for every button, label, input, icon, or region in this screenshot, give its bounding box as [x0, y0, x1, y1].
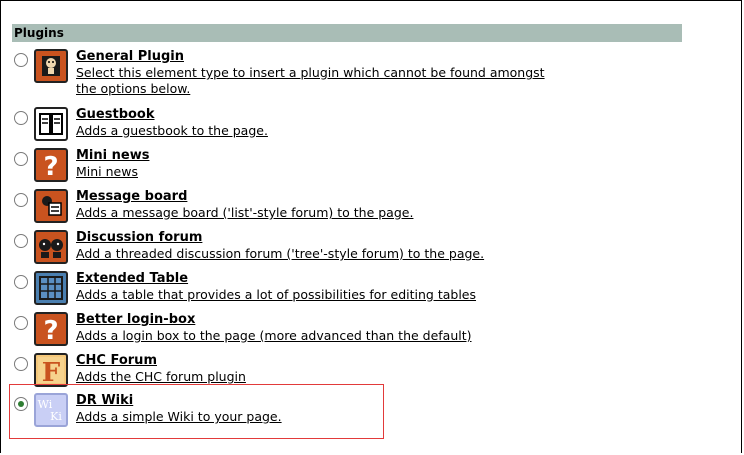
plugin-description[interactable]: Adds the CHC forum plugin — [76, 369, 246, 385]
radio-chc-forum[interactable] — [14, 357, 28, 371]
plugin-face-icon — [34, 49, 68, 83]
radio-dr-wiki[interactable] — [14, 397, 28, 411]
svg-text:F: F — [42, 358, 61, 385]
plugin-title[interactable]: Better login-box — [76, 312, 472, 328]
plugin-description[interactable]: Mini news — [76, 164, 149, 180]
wiki-icon: Wi Ki — [34, 393, 68, 427]
plugin-description[interactable]: Adds a message board ('list'-style forum… — [76, 205, 413, 221]
plugin-option-general-plugin[interactable]: General Plugin Select this element type … — [12, 48, 692, 96]
plugin-title[interactable]: Guestbook — [76, 107, 268, 123]
plugin-description[interactable]: Add a threaded discussion forum ('tree'-… — [76, 246, 484, 262]
radio-extended-table[interactable] — [14, 275, 28, 289]
plugin-title[interactable]: General Plugin — [76, 49, 545, 65]
radio-better-login-box[interactable] — [14, 316, 28, 330]
plugin-title[interactable]: Mini news — [76, 148, 149, 164]
plugin-title[interactable]: DR Wiki — [76, 393, 282, 409]
radio-mini-news[interactable] — [14, 152, 28, 166]
plugin-title[interactable]: Discussion forum — [76, 230, 484, 246]
plugin-description[interactable]: Select this element type to insert a plu… — [76, 65, 545, 81]
radio-general-plugin[interactable] — [14, 53, 28, 67]
discussion-forum-icon — [34, 230, 68, 264]
plugin-description[interactable]: Adds a login box to the page (more advan… — [76, 328, 472, 344]
plugin-title[interactable]: CHC Forum — [76, 353, 246, 369]
plugin-option-dr-wiki[interactable]: Wi Ki DR Wiki Adds a simple Wiki to your… — [12, 392, 692, 432]
radio-discussion-forum[interactable] — [14, 234, 28, 248]
plugin-description[interactable]: Adds a table that provides a lot of poss… — [76, 287, 476, 303]
chc-forum-icon: F — [34, 353, 68, 387]
radio-guestbook[interactable] — [14, 111, 28, 125]
section-header: Plugins — [12, 24, 682, 42]
plugin-option-discussion-forum[interactable]: Discussion forum Add a threaded discussi… — [12, 229, 692, 269]
guestbook-icon — [34, 107, 68, 141]
table-icon — [34, 271, 68, 305]
plugin-option-mini-news[interactable]: ? Mini news Mini news — [12, 147, 692, 187]
svg-text:?: ? — [43, 316, 58, 344]
plugin-option-chc-forum[interactable]: F CHC Forum Adds the CHC forum plugin — [12, 352, 692, 392]
question-mark-icon: ? — [34, 148, 68, 182]
message-board-icon — [34, 189, 68, 223]
plugin-description[interactable]: Adds a simple Wiki to your page. — [76, 409, 282, 425]
question-mark-icon: ? — [34, 312, 68, 346]
svg-text:?: ? — [43, 152, 58, 180]
svg-text:Ki: Ki — [50, 410, 62, 423]
plugin-title[interactable]: Extended Table — [76, 271, 476, 287]
plugin-option-message-board[interactable]: Message board Adds a message board ('lis… — [12, 188, 692, 228]
plugin-description-cont[interactable]: the options below. — [76, 81, 545, 97]
plugin-description[interactable]: Adds a guestbook to the page. — [76, 123, 268, 139]
plugin-option-extended-table[interactable]: Extended Table Adds a table that provide… — [12, 270, 692, 310]
plugin-title[interactable]: Message board — [76, 189, 413, 205]
radio-message-board[interactable] — [14, 193, 28, 207]
plugin-option-better-login-box[interactable]: ? Better login-box Adds a login box to t… — [12, 311, 692, 351]
plugin-option-guestbook[interactable]: Guestbook Adds a guestbook to the page. — [12, 106, 692, 146]
